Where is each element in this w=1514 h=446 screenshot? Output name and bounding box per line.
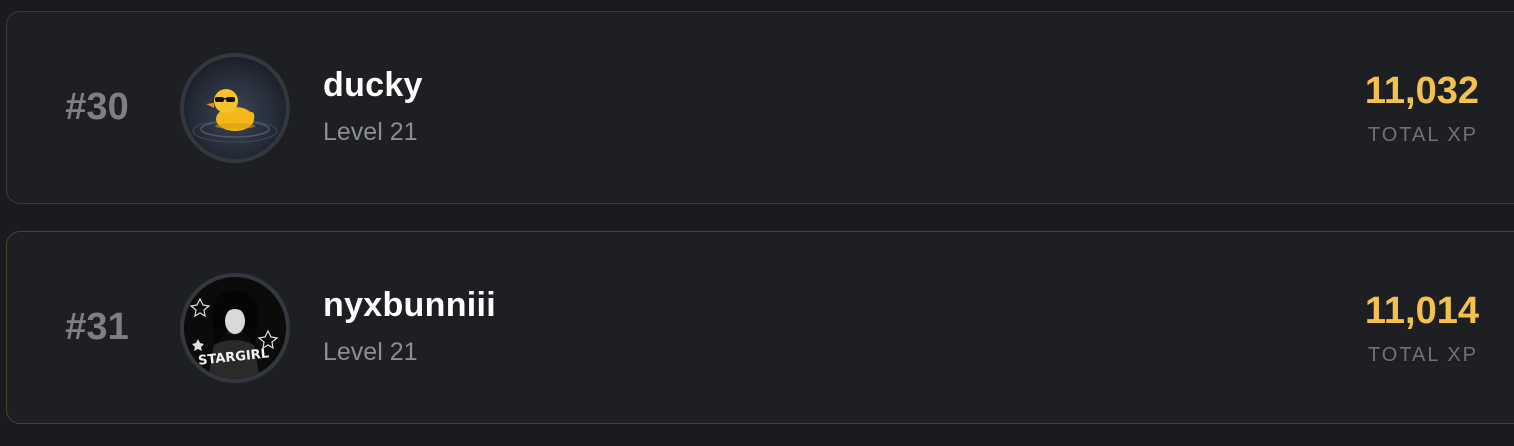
xp-value: 11,014 [1364,290,1479,332]
level-label: Level 21 [323,118,418,146]
rank-number: #30 [65,86,129,128]
xp-label: TOTAL XP [1367,124,1478,146]
duck-avatar-icon [184,57,286,159]
rank-number: #31 [65,306,129,348]
stargirl-avatar-icon: STARGIRL [184,277,286,379]
leaderboard-row[interactable]: #30 ducky Level 21 11,032 TOTAL XP [6,11,1514,204]
avatar[interactable]: STARGIRL [180,273,290,383]
xp-label: TOTAL XP [1367,344,1478,366]
username[interactable]: nyxbunniii [323,286,496,325]
leaderboard-list: #30 ducky Level 21 11,032 TOTAL XP #31 S… [0,0,1514,446]
xp-value: 11,032 [1364,70,1479,112]
username[interactable]: ducky [323,66,423,105]
leaderboard-row[interactable]: #31 STARGIRL nyxbunniii Level 21 11,014 … [6,231,1514,424]
avatar[interactable] [180,53,290,163]
level-label: Level 21 [323,338,418,366]
